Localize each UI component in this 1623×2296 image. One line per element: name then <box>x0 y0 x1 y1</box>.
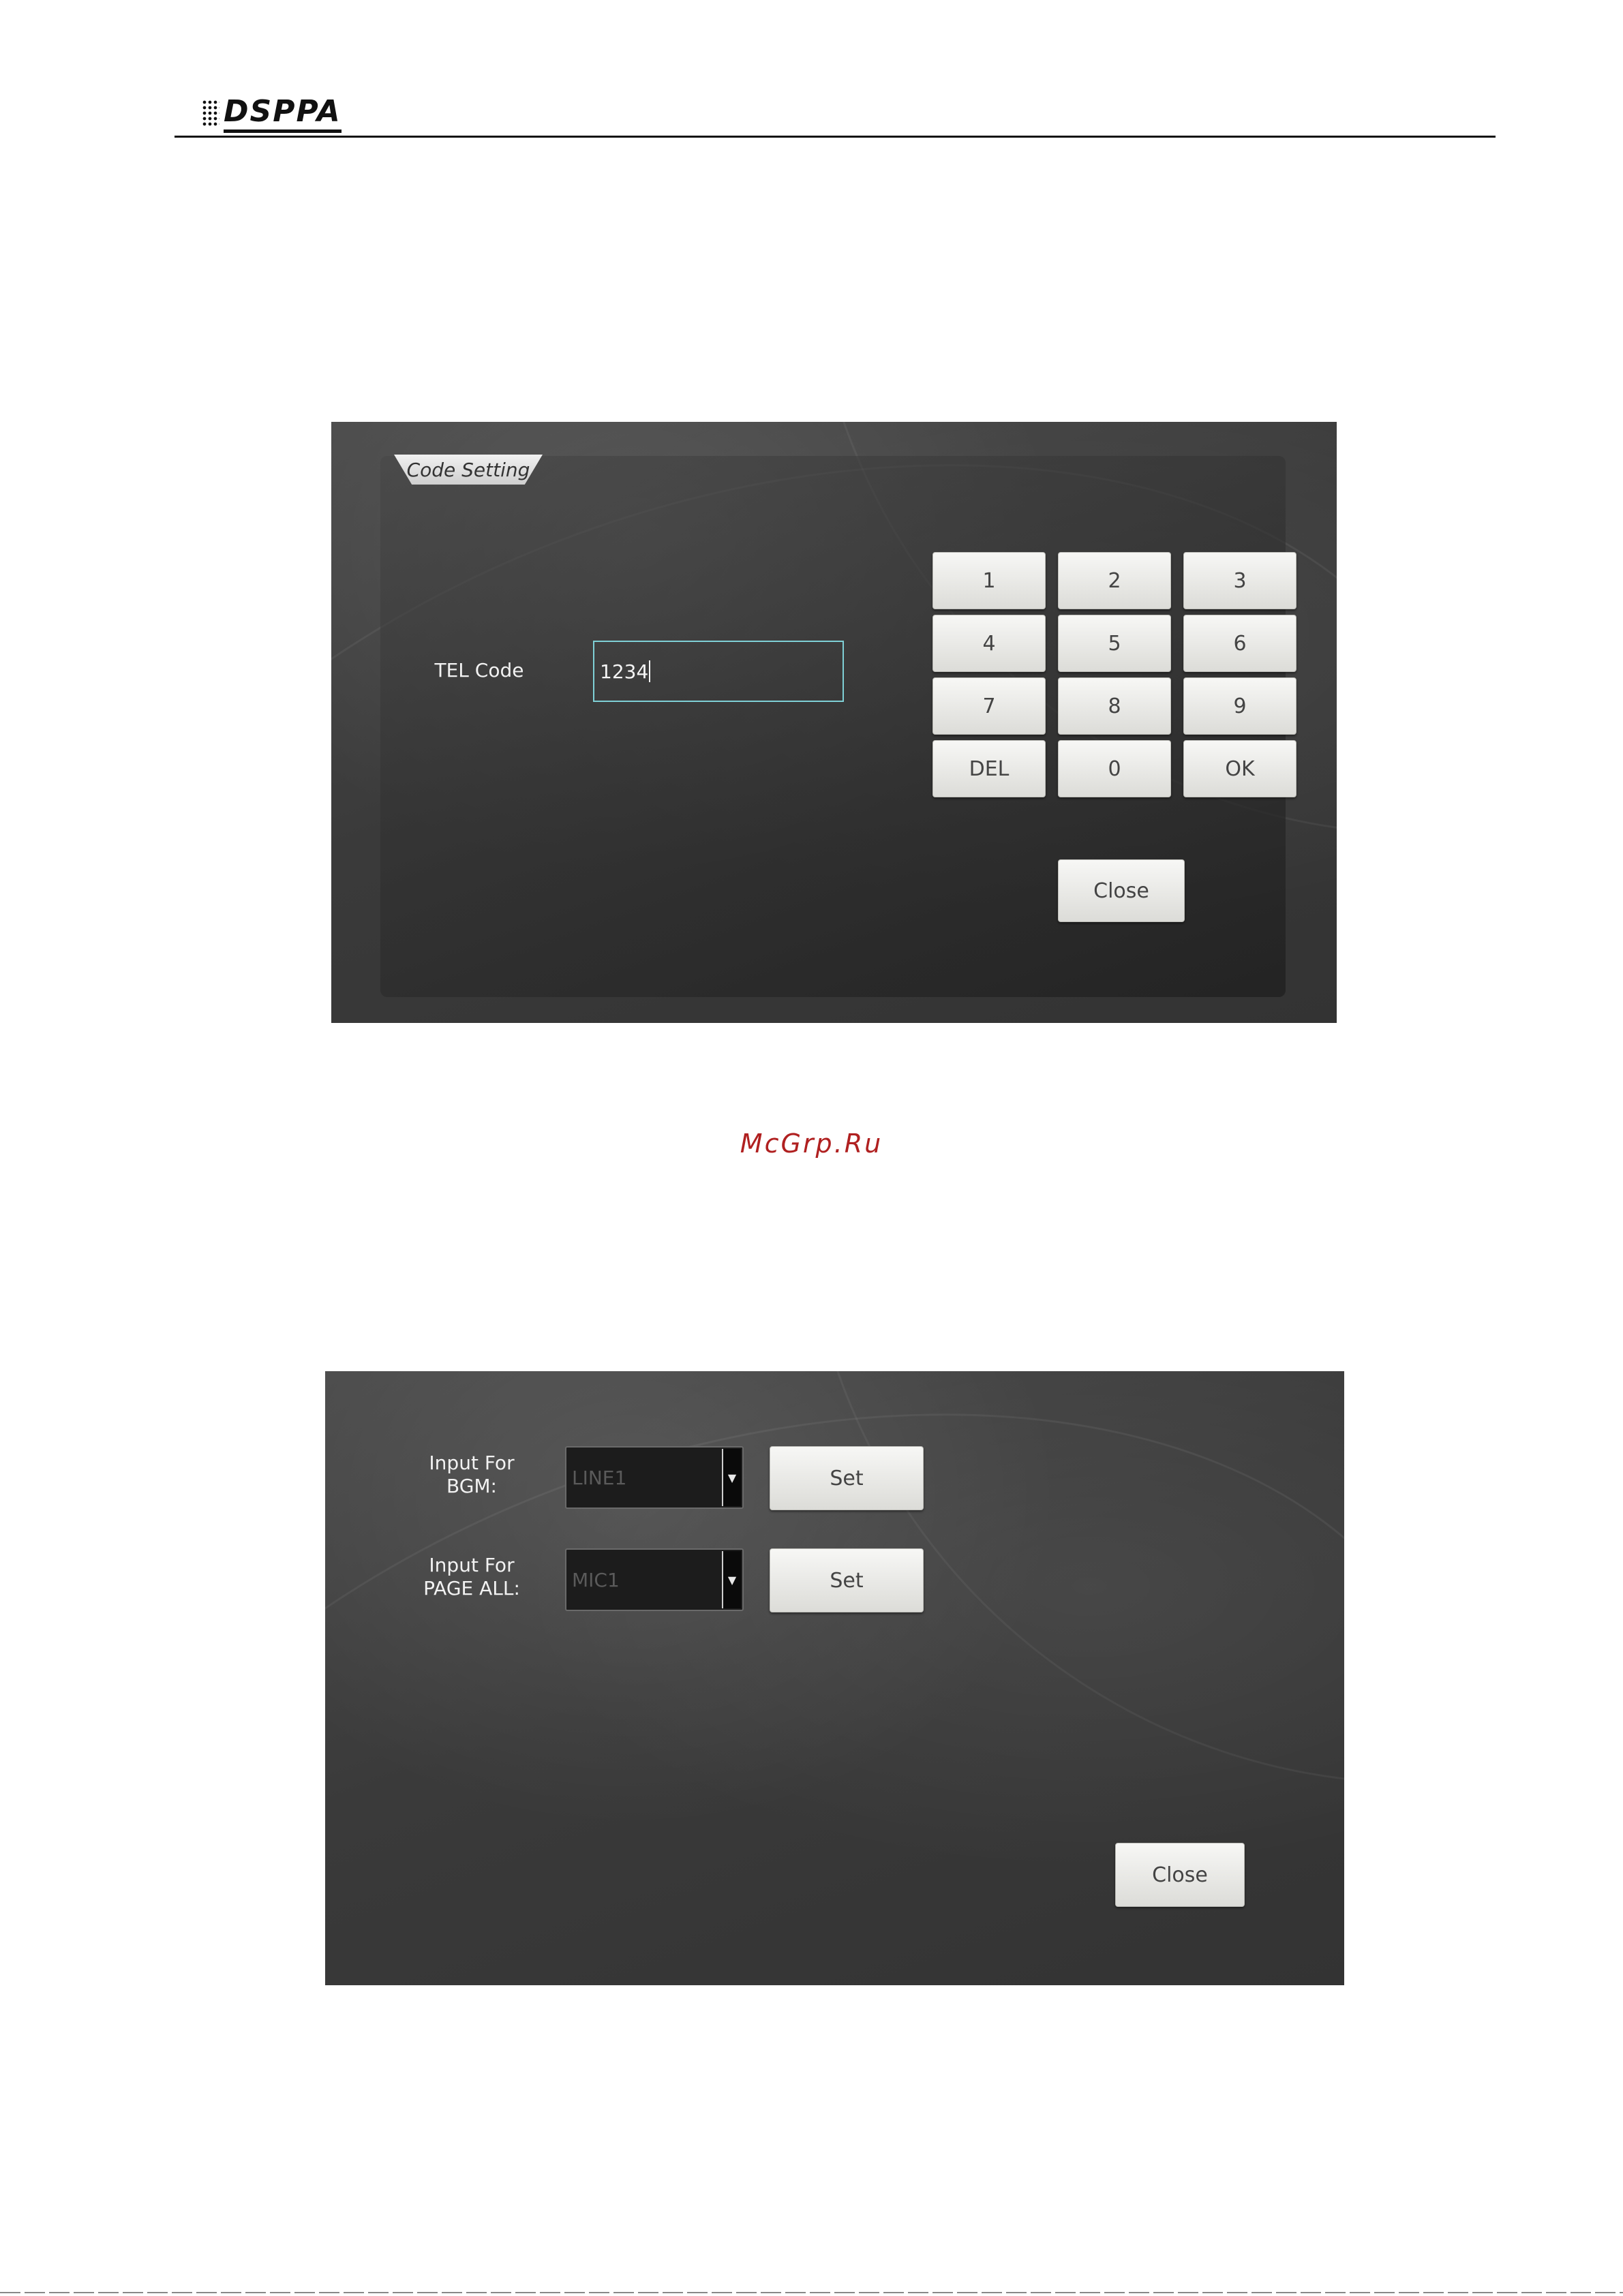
ok-button[interactable]: OK <box>1183 740 1296 797</box>
key-9-button[interactable]: 9 <box>1183 677 1296 735</box>
numeric-keypad: 1 2 3 4 5 6 7 8 9 DEL 0 OK <box>932 552 1301 799</box>
tel-code-value: 1234 <box>600 660 649 683</box>
key-7-button[interactable]: 7 <box>932 677 1046 735</box>
close-button[interactable]: Close <box>1058 859 1185 922</box>
page-all-input-label: Input For PAGE ALL: <box>407 1554 536 1600</box>
code-setting-panel: Code Setting TEL Code 1234 1 2 3 4 5 6 7… <box>380 455 1296 997</box>
dropdown-arrow-icon: ▼ <box>722 1449 741 1506</box>
bgm-select-value: LINE1 <box>572 1466 627 1489</box>
dropdown-arrow-icon: ▼ <box>722 1551 741 1608</box>
page-all-label-line1: Input For <box>429 1554 515 1576</box>
key-2-button[interactable]: 2 <box>1058 552 1171 609</box>
panel-title: Code Setting <box>406 458 530 481</box>
key-4-button[interactable]: 4 <box>932 615 1046 672</box>
key-6-button[interactable]: 6 <box>1183 615 1296 672</box>
key-8-button[interactable]: 8 <box>1058 677 1171 735</box>
bgm-set-button[interactable]: Set <box>770 1446 924 1510</box>
page-all-set-button[interactable]: Set <box>770 1548 924 1612</box>
close-button[interactable]: Close <box>1115 1843 1245 1907</box>
logo-dots-icon <box>202 100 219 127</box>
footer-divider <box>0 2292 1623 2293</box>
bgm-input-label: Input For BGM: <box>414 1452 530 1498</box>
key-5-button[interactable]: 5 <box>1058 615 1171 672</box>
page-all-select-value: MIC1 <box>572 1568 620 1591</box>
panel-tab: Code Setting <box>394 455 543 485</box>
key-3-button[interactable]: 3 <box>1183 552 1296 609</box>
watermark: McGrp.Ru <box>740 1129 883 1159</box>
del-button[interactable]: DEL <box>932 740 1046 797</box>
header-divider <box>175 136 1496 138</box>
bgm-label-line1: Input For <box>429 1452 515 1474</box>
tel-code-label: TEL Code <box>434 659 524 682</box>
dsppa-logo: DSPPA <box>202 94 342 133</box>
tel-code-input[interactable]: 1234 <box>593 641 844 702</box>
key-0-button[interactable]: 0 <box>1058 740 1171 797</box>
text-cursor <box>649 660 651 682</box>
bgm-input-select[interactable]: LINE1 ▼ <box>565 1446 744 1509</box>
bgm-label-line2: BGM: <box>446 1475 497 1497</box>
key-1-button[interactable]: 1 <box>932 552 1046 609</box>
code-setting-screen: Code Setting TEL Code 1234 1 2 3 4 5 6 7… <box>331 422 1337 1023</box>
logo-text: DSPPA <box>224 94 342 133</box>
page-all-input-select[interactable]: MIC1 ▼ <box>565 1548 744 1611</box>
input-settings-screen: Input For BGM: LINE1 ▼ Set Input For PAG… <box>325 1371 1344 1985</box>
page-all-label-line2: PAGE ALL: <box>423 1577 520 1599</box>
